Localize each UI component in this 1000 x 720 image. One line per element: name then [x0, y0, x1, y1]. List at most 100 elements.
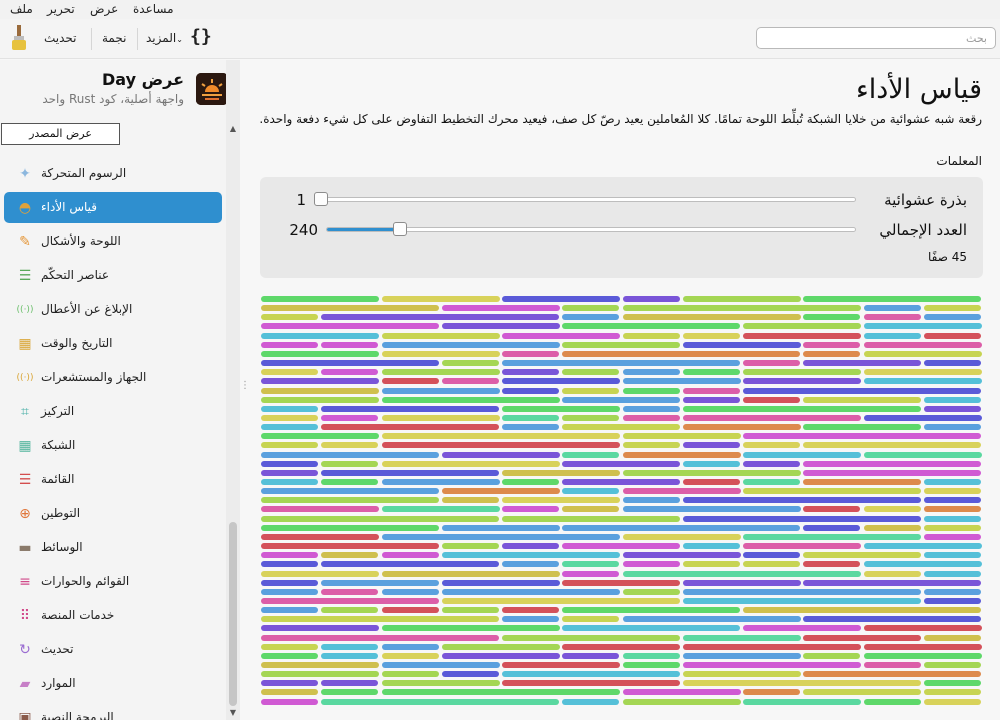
grid-cell [261, 296, 379, 302]
search-input[interactable] [756, 27, 996, 49]
sidebar-item[interactable]: ⠿ خدمات المنصة [4, 600, 222, 631]
grid-cell [623, 653, 680, 659]
grid-cell [623, 506, 801, 512]
scroll-down-icon[interactable]: ▼ [228, 708, 238, 717]
seed-slider[interactable] [316, 197, 856, 202]
grid-cell [442, 598, 680, 604]
grid-cell [683, 671, 801, 677]
menu-edit[interactable]: تحرير [47, 2, 75, 16]
grid-cell [683, 442, 740, 448]
menu-help[interactable]: مساعدة [133, 2, 174, 16]
sidebar-item[interactable]: ▦ الشبكة [4, 430, 222, 461]
grid-cell [864, 653, 982, 659]
grid-cell [442, 653, 560, 659]
sidebar-item-label: الوسائط [41, 540, 83, 554]
grid-cell [261, 671, 379, 677]
grid-cell [864, 525, 921, 531]
grid-icon: ▦ [18, 438, 32, 454]
total-label: العدد الإجمالي [879, 221, 967, 239]
scroll-up-icon[interactable]: ▲ [228, 124, 238, 133]
grid-cell [321, 680, 378, 686]
grid-cell [261, 625, 379, 631]
grid-cell [924, 305, 981, 311]
grid-cell [743, 479, 800, 485]
sidebar-item[interactable]: ⌗ التركيز [4, 396, 222, 427]
update-button[interactable]: تحديث [44, 31, 77, 45]
sidebar-scroll-thumb[interactable] [229, 522, 237, 706]
total-slider-thumb[interactable] [393, 222, 407, 236]
sidebar-item-label: الإبلاغ عن الأعطال [41, 302, 133, 316]
grid-cell [261, 680, 318, 686]
sidebar-item[interactable]: ◓ قياس الأداء [4, 192, 222, 223]
grid-cell [502, 561, 559, 567]
grid-cell [924, 506, 981, 512]
sidebar-item[interactable]: ▬ الوسائط [4, 532, 222, 563]
grid-cell [623, 296, 680, 302]
menu-view[interactable]: عرض [90, 2, 118, 16]
grid-cell [502, 616, 559, 622]
sidebar-item[interactable]: ✎ اللوحة والأشكال [4, 226, 222, 257]
sidebar-item-label: التركيز [41, 404, 75, 418]
menu-file[interactable]: ملف [10, 2, 33, 16]
sidebar-item[interactable]: ≡ القوائم والحوارات [4, 566, 222, 597]
brush-icon[interactable] [10, 25, 28, 51]
grid-cell [321, 644, 378, 650]
grid-cell [623, 333, 680, 339]
grid-cell [562, 543, 680, 549]
sidebar-item[interactable]: ▣ البرمجة النصية [4, 702, 222, 720]
sidebar-item[interactable]: ▦ التاريخ والوقت [4, 328, 222, 359]
grid-cell [924, 360, 981, 366]
grid-cell [623, 305, 861, 311]
grid-cell [623, 369, 680, 375]
grid-cell [261, 378, 379, 384]
grid-cell [623, 452, 741, 458]
grid-cell [321, 342, 378, 348]
grid-cell [261, 342, 318, 348]
grid-cell [562, 369, 619, 375]
view-source-button[interactable]: عرض المصدر [1, 123, 120, 145]
grid-cell [261, 406, 318, 412]
more-button[interactable]: المزيد⌄ [146, 31, 183, 45]
grid-cell [382, 534, 620, 540]
sidebar-item[interactable]: ☰ القائمة [4, 464, 222, 495]
grid-cell [803, 616, 981, 622]
sidebar-item[interactable]: ↻ تحديث [4, 634, 222, 665]
grid-cell [864, 571, 921, 577]
sidebar-item[interactable]: ((·)) الجهاز والمستشعرات [4, 362, 222, 393]
grid-cell [261, 516, 499, 522]
toolbar-separator [137, 28, 138, 50]
grid-cell [864, 305, 921, 311]
sidebar-item[interactable]: ✦ الرسوم المتحركة [4, 158, 222, 189]
params-panel: بذرة عشوائية 1 العدد الإجمالي 240 45 صفً… [260, 177, 983, 278]
grid-cell [321, 479, 378, 485]
grid-cell [683, 479, 740, 485]
grid-cell [864, 378, 982, 384]
grid-cell [743, 323, 861, 329]
sidebar-item-label: البرمجة النصية [41, 710, 114, 720]
grid-cell [924, 479, 981, 485]
grid-cell [261, 689, 318, 695]
code-icon[interactable]: {} [190, 26, 212, 47]
sidebar-item[interactable]: ((·)) الإبلاغ عن الأعطال [4, 294, 222, 325]
grid-cell [683, 424, 801, 430]
sidebar-item-label: عناصر التحكّم [41, 268, 110, 282]
star-button[interactable]: نجمة [102, 31, 126, 45]
grid-cell [743, 689, 800, 695]
seed-label: بذرة عشوائية [884, 191, 967, 209]
grid-cell [382, 378, 439, 384]
sidebar-item[interactable]: ⊕ التوطين [4, 498, 222, 529]
grid-cell [261, 662, 379, 668]
grid-cell [683, 598, 921, 604]
list-icon: ☰ [18, 472, 32, 488]
grid-cell [803, 296, 981, 302]
seed-slider-thumb[interactable] [314, 192, 328, 206]
grid-cell [321, 561, 499, 567]
grid-cell [321, 653, 378, 659]
sidebar-item[interactable]: ☰ عناصر التحكّم [4, 260, 222, 291]
grid-cell [382, 644, 439, 650]
sidebar-item[interactable]: ▰ الموارد [4, 668, 222, 699]
folder-icon: ▰ [19, 676, 31, 692]
page-title: قياس الأداء [856, 74, 982, 105]
grid-cell [442, 525, 560, 531]
grid-cell [321, 406, 499, 412]
